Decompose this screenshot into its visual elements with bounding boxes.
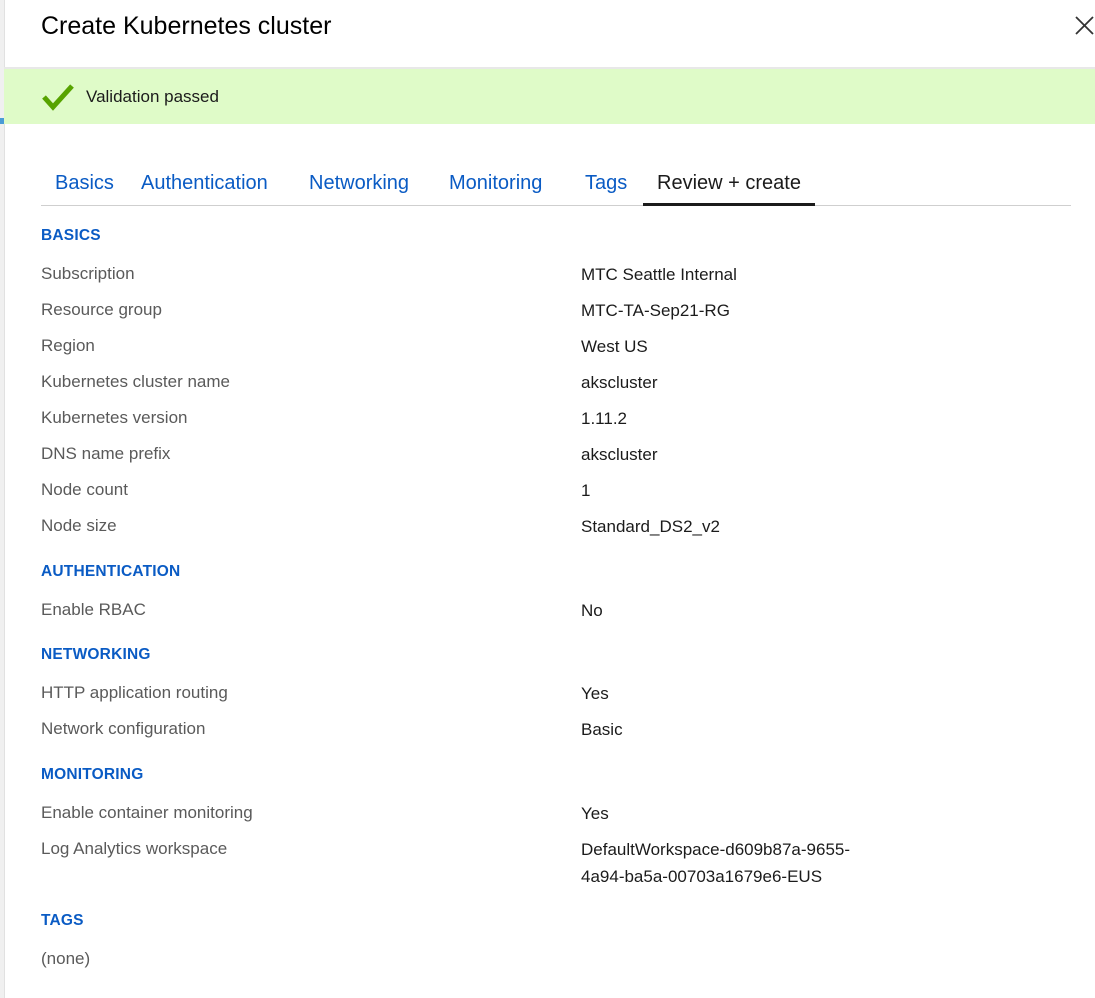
field-label-dns-prefix: DNS name prefix bbox=[41, 444, 171, 463]
field-label-kubernetes-version: Kubernetes version bbox=[41, 408, 188, 427]
section-heading-basics: BASICS bbox=[41, 227, 101, 244]
field-value-http-routing: Yes bbox=[581, 684, 609, 703]
field-label-region: Region bbox=[41, 336, 95, 355]
field-value-cluster-name: akscluster bbox=[581, 373, 658, 392]
field-label-cluster-name: Kubernetes cluster name bbox=[41, 372, 230, 391]
tags-empty-text: (none) bbox=[41, 949, 91, 968]
field-label-subscription: Subscription bbox=[41, 264, 135, 283]
close-icon bbox=[1075, 16, 1094, 35]
section-heading-networking: NETWORKING bbox=[41, 646, 151, 663]
tab-tags[interactable]: Tags bbox=[585, 162, 627, 204]
field-label-node-count: Node count bbox=[41, 480, 128, 499]
section-heading-monitoring: MONITORING bbox=[41, 766, 144, 783]
validation-banner: Validation passed bbox=[4, 69, 1095, 124]
field-label-container-monitoring: Enable container monitoring bbox=[41, 803, 253, 822]
tab-basics[interactable]: Basics bbox=[55, 162, 114, 204]
field-value-subscription: MTC Seattle Internal bbox=[581, 265, 737, 284]
section-heading-authentication: AUTHENTICATION bbox=[41, 563, 181, 580]
field-label-resource-group: Resource group bbox=[41, 300, 162, 319]
tab-monitoring[interactable]: Monitoring bbox=[449, 162, 542, 204]
field-value-region: West US bbox=[581, 337, 648, 356]
field-value-resource-group: MTC-TA-Sep21-RG bbox=[581, 301, 730, 320]
page-title: Create Kubernetes cluster bbox=[41, 12, 332, 40]
field-value-log-analytics-workspace: DefaultWorkspace-d609b87a-9655- 4a94-ba5… bbox=[581, 840, 851, 886]
field-value-enable-rbac: No bbox=[581, 601, 603, 620]
close-button[interactable] bbox=[1070, 10, 1095, 36]
field-value-dns-prefix: akscluster bbox=[581, 445, 658, 464]
tab-networking[interactable]: Networking bbox=[309, 162, 409, 204]
field-value-node-size: Standard_DS2_v2 bbox=[581, 517, 720, 536]
field-label-node-size: Node size bbox=[41, 516, 117, 535]
field-value-container-monitoring: Yes bbox=[581, 804, 609, 823]
field-value-node-count: 1 bbox=[581, 481, 591, 500]
field-label-network-configuration: Network configuration bbox=[41, 719, 206, 738]
section-heading-tags: TAGS bbox=[41, 912, 84, 929]
field-label-enable-rbac: Enable RBAC bbox=[41, 600, 146, 619]
left-accent-bar bbox=[0, 118, 4, 124]
left-edge-border bbox=[0, 0, 5, 998]
tab-authentication[interactable]: Authentication bbox=[141, 162, 268, 204]
validation-message: Validation passed bbox=[86, 87, 219, 106]
tab-review-create[interactable]: Review + create bbox=[643, 162, 815, 206]
field-label-log-analytics-workspace: Log Analytics workspace bbox=[41, 839, 228, 858]
field-label-http-routing: HTTP application routing bbox=[41, 683, 228, 702]
field-value-network-configuration: Basic bbox=[581, 720, 623, 739]
checkmark-icon bbox=[42, 84, 74, 111]
tab-bar: Basics Authentication Networking Monitor… bbox=[41, 162, 1071, 206]
field-value-kubernetes-version: 1.11.2 bbox=[581, 409, 628, 428]
